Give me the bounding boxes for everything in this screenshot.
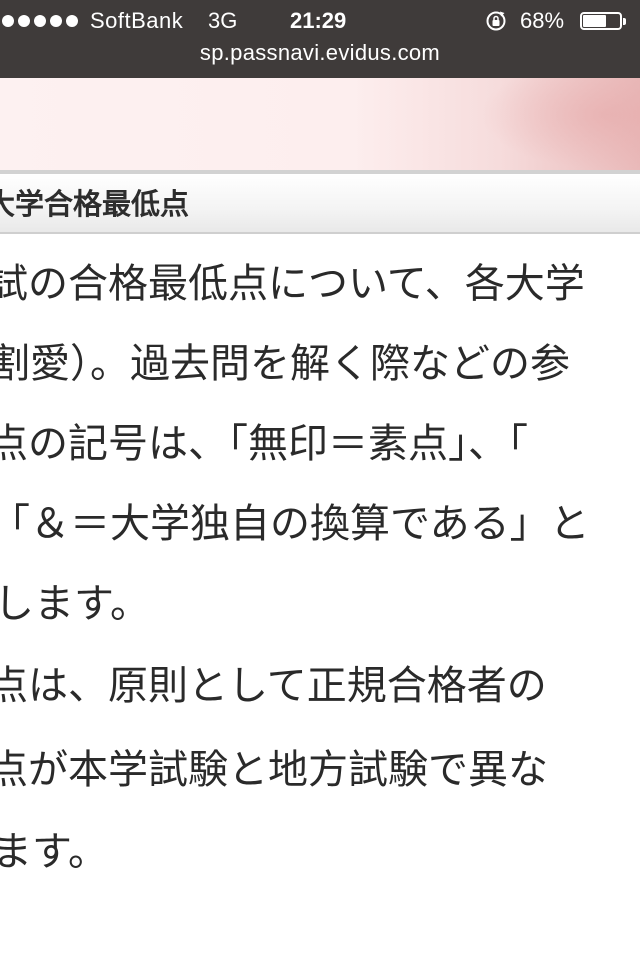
- clock: 21:29: [290, 8, 347, 33]
- section-header: 大学合格最低点: [0, 174, 640, 234]
- body-line: ます。: [0, 829, 108, 875]
- body-line: 「＆＝大学独自の換算である」と: [0, 501, 590, 547]
- network-type: 3G: [208, 8, 238, 33]
- body-line: 点の記号は、「無印＝素点」、「: [0, 421, 528, 467]
- body-line: 割愛）。過去問を解く際などの参: [0, 341, 570, 387]
- address-url[interactable]: sp.passnavi.evidus.com: [0, 38, 640, 68]
- battery-icon: [580, 12, 630, 32]
- section-title: 大学合格最低点: [0, 187, 190, 221]
- carrier-name: SoftBank: [90, 8, 184, 33]
- body-line: します。: [0, 581, 150, 627]
- body-line: 点は、原則として正規合格者の: [0, 663, 547, 709]
- status-row: SoftBank 3G 21:29 68%: [0, 6, 640, 36]
- status-bar: SoftBank 3G 21:29 68% sp.passnavi.evidus…: [0, 0, 640, 78]
- screen: SoftBank 3G 21:29 68% sp.passnavi.evidus…: [0, 0, 640, 960]
- body-text: 試の合格最低点について、各大学 割愛）。過去問を解く際などの参 点の記号は、「無…: [0, 248, 640, 948]
- header-banner-image: [0, 78, 640, 170]
- signal-strength-icon: [2, 6, 78, 36]
- body-line: 点が本学試験と地方試験で異な: [0, 747, 548, 793]
- rotation-lock-icon: [486, 11, 506, 31]
- body-line: 試の合格最低点について、各大学: [0, 261, 585, 307]
- battery-percent: 68%: [520, 8, 565, 33]
